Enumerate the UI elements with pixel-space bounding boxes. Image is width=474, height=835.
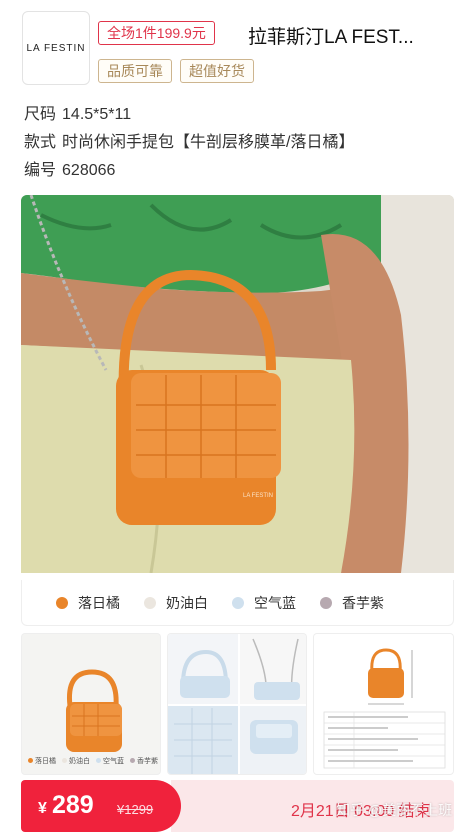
color-option-orange[interactable]: 落日橘 bbox=[56, 593, 120, 613]
color-option-blue[interactable]: 空气蓝 bbox=[232, 593, 296, 613]
bag-logo-text: LA FESTIN bbox=[243, 493, 273, 499]
spec-number-value: 628066 bbox=[62, 162, 116, 179]
spec-style-value: 时尚休闲手提包【牛剖层移膜革/落日橘】 bbox=[62, 134, 355, 151]
spec-number: 编号 628066 bbox=[24, 156, 115, 180]
shop-name[interactable]: 拉菲斯汀LA FEST... bbox=[248, 22, 414, 49]
spec-size-value: 14.5*5*11 bbox=[62, 106, 132, 123]
color-option-cream[interactable]: 奶油白 bbox=[144, 593, 208, 613]
blue-bag-collage bbox=[168, 634, 306, 774]
shop-logo[interactable]: LA FESTIN bbox=[22, 11, 90, 85]
thumbnail-color-labels: 落日橘 奶油白 空气蓝 香芋紫 bbox=[28, 756, 158, 766]
quality-badge: 品质可靠 bbox=[98, 59, 172, 83]
color-swatch bbox=[144, 596, 156, 609]
thumb-label-purple: 香芋紫 bbox=[130, 756, 158, 766]
thumbnail-orange-bag[interactable]: 落日橘 奶油白 空气蓝 香芋紫 bbox=[21, 633, 161, 775]
shop-header: LA FESTIN 全场1件199.9元 拉菲斯汀LA FEST... 品质可靠… bbox=[0, 0, 474, 95]
color-label: 香芋紫 bbox=[342, 594, 384, 611]
color-option-purple[interactable]: 香芋紫 bbox=[320, 593, 384, 613]
color-label: 空气蓝 bbox=[254, 594, 296, 611]
spec-size: 尺码 14.5*5*11 bbox=[24, 100, 131, 124]
color-label: 落日橘 bbox=[78, 594, 120, 611]
spec-style-label: 款式 bbox=[24, 134, 57, 151]
thumbnail-blue-bag[interactable] bbox=[167, 633, 307, 775]
color-options: 落日橘 奶油白 空气蓝 香芋紫 bbox=[21, 580, 454, 626]
spec-number-label: 编号 bbox=[24, 162, 57, 179]
promo-tag[interactable]: 全场1件199.9元 bbox=[98, 21, 215, 45]
thumb-label-orange: 落日橘 bbox=[28, 756, 56, 766]
value-badge: 超值好货 bbox=[180, 59, 254, 83]
thumb-label-blue: 空气蓝 bbox=[96, 756, 124, 766]
color-swatch bbox=[232, 596, 244, 609]
current-price: 289 bbox=[52, 791, 94, 819]
price-box: ¥ 289 ¥1299 bbox=[21, 780, 181, 832]
original-price: ¥1299 bbox=[117, 802, 154, 817]
watermark: 知乎 @美丽不上班 bbox=[336, 802, 453, 818]
orange-bag-image bbox=[66, 669, 122, 752]
color-swatch bbox=[56, 596, 68, 609]
product-photo-illustration: LA FESTIN bbox=[21, 195, 454, 573]
spec-size-label: 尺码 bbox=[24, 106, 57, 123]
color-swatch bbox=[320, 596, 332, 609]
thumb-label-cream: 奶油白 bbox=[62, 756, 90, 766]
size-chart-image bbox=[323, 648, 446, 769]
shop-logo-text: LA FESTIN bbox=[26, 42, 86, 54]
color-label: 奶油白 bbox=[166, 594, 208, 611]
product-photo[interactable]: LA FESTIN bbox=[21, 195, 454, 573]
spec-style: 款式 时尚休闲手提包【牛剖层移膜革/落日橘】 bbox=[24, 128, 354, 152]
currency-symbol: ¥ bbox=[38, 800, 47, 817]
thumbnail-size-chart[interactable] bbox=[313, 633, 454, 775]
